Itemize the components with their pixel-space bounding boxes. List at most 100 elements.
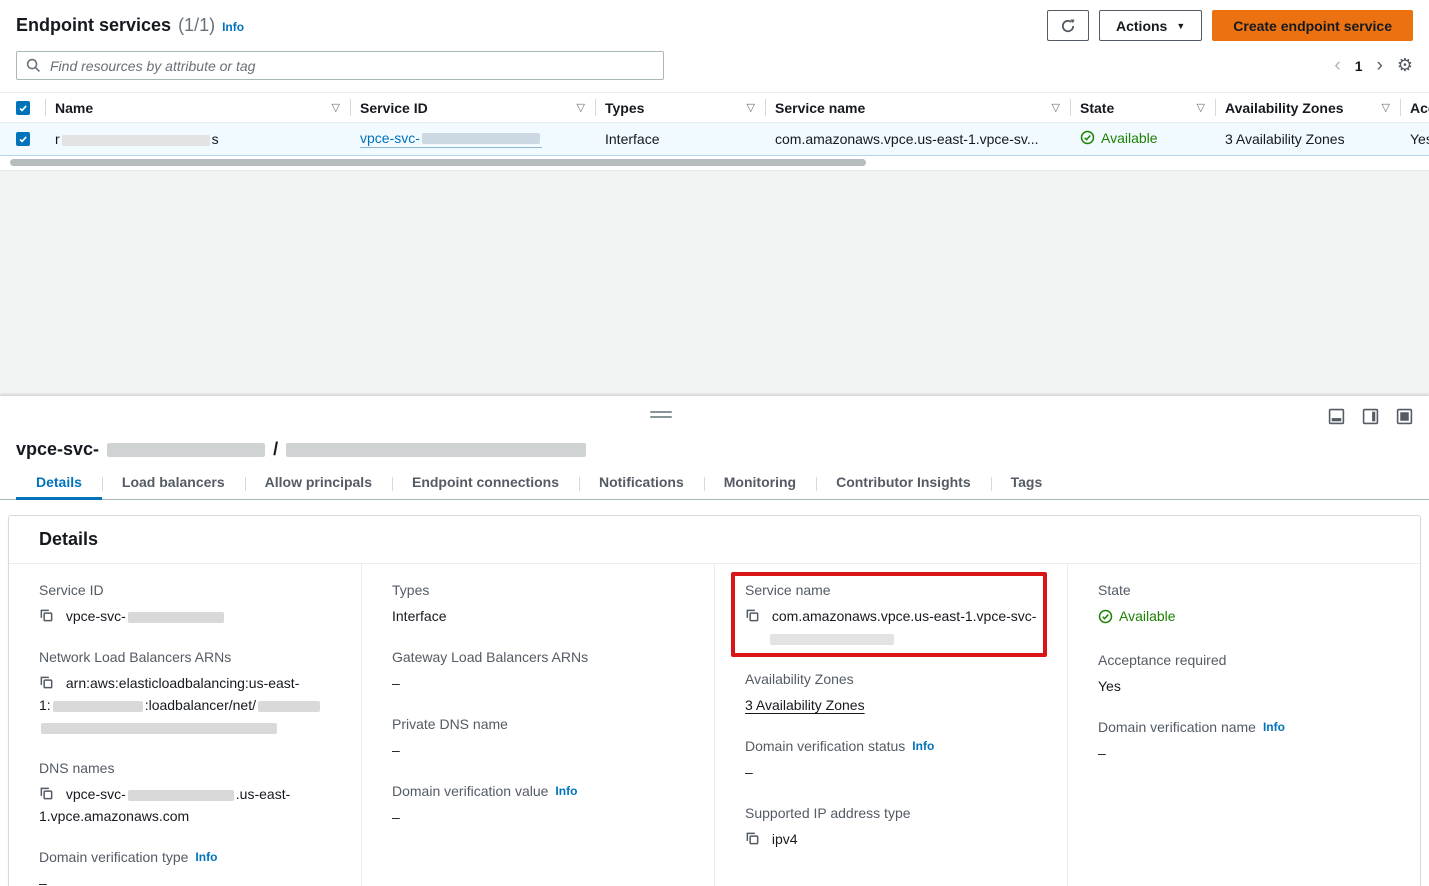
filter-icon[interactable]: ▽ — [1382, 101, 1390, 114]
column-header-service-name[interactable]: Service name ▽ — [765, 93, 1070, 122]
redacted-text — [128, 612, 224, 623]
tab-endpoint-connections[interactable]: Endpoint connections — [392, 468, 579, 499]
details-heading: Details — [39, 529, 1390, 550]
filter-icon[interactable]: ▽ — [332, 101, 340, 114]
tab-allow-principals[interactable]: Allow principals — [245, 468, 392, 499]
redacted-text — [41, 723, 277, 734]
endpoint-services-table: Name ▽ Service ID ▽ Types ▽ Service name… — [0, 92, 1429, 156]
info-link[interactable]: Info — [222, 20, 244, 34]
redacted-text — [286, 443, 586, 457]
scrollbar-thumb[interactable] — [10, 159, 866, 166]
title-separator: / — [273, 439, 278, 460]
field-label: State — [1098, 582, 1396, 598]
column-header-availability-zones[interactable]: Availability Zones ▽ — [1215, 93, 1400, 122]
page-title-text: Endpoint services — [16, 15, 171, 36]
details-column-4: State Available Acceptance required — [1067, 564, 1420, 886]
field-value: Yes — [1098, 675, 1396, 697]
tab-tags[interactable]: Tags — [991, 468, 1063, 499]
panel-layout-bottom-icon[interactable] — [1328, 408, 1345, 425]
field-label: Gateway Load Balancers ARNs — [392, 649, 690, 665]
info-link[interactable]: Info — [195, 850, 217, 864]
row-checkbox-checked[interactable] — [16, 132, 30, 146]
field-nlb-arns: Network Load Balancers ARNs arn:aws:elas… — [39, 649, 337, 738]
tab-load-balancers[interactable]: Load balancers — [102, 468, 245, 499]
field-service-name: Service name com.amazonaws.vpce.us-east-… — [745, 582, 1043, 649]
field-value: – — [1098, 742, 1396, 764]
column-header-name[interactable]: Name ▽ — [45, 93, 350, 122]
check-icon — [18, 134, 28, 144]
horizontal-scrollbar[interactable] — [10, 159, 1419, 167]
table-header-row: Name ▽ Service ID ▽ Types ▽ Service name… — [0, 93, 1429, 123]
field-value-text: 1: — [39, 697, 51, 713]
settings-gear-icon[interactable]: ⚙ — [1397, 55, 1413, 76]
field-label: Types — [392, 582, 690, 598]
field-types: Types Interface — [392, 582, 690, 627]
tab-monitoring[interactable]: Monitoring — [704, 468, 816, 499]
create-endpoint-service-button[interactable]: Create endpoint service — [1212, 10, 1413, 41]
copy-icon[interactable] — [39, 608, 54, 623]
info-link[interactable]: Info — [1263, 720, 1285, 734]
next-page-button[interactable]: › — [1377, 55, 1383, 77]
title-service-id: vpce-svc- — [16, 439, 99, 460]
name-text: s — [212, 131, 219, 147]
actions-button[interactable]: Actions ▼ — [1099, 10, 1202, 41]
search-input[interactable] — [16, 51, 664, 80]
refresh-button[interactable] — [1047, 10, 1089, 41]
status-badge: Available — [1098, 605, 1176, 627]
status-badge: Available — [1080, 130, 1158, 146]
column-label: Acceptance required — [1410, 100, 1429, 116]
row-state-cell: Available — [1070, 130, 1215, 149]
availability-zones-link[interactable]: 3 Availability Zones — [1225, 131, 1345, 147]
field-label: Supported IP address type — [745, 805, 1043, 821]
field-label: DNS names — [39, 760, 337, 776]
field-value: arn:aws:elasticloadbalancing:us-east- 1:… — [39, 672, 337, 738]
check-circle-icon — [1080, 130, 1095, 145]
previous-page-button[interactable]: ‹ — [1334, 55, 1340, 77]
field-service-id: Service ID vpce-svc- — [39, 582, 337, 627]
column-header-state[interactable]: State ▽ — [1070, 93, 1215, 122]
column-header-acceptance-required[interactable]: Acceptance required — [1400, 93, 1429, 122]
info-link[interactable]: Info — [912, 739, 934, 753]
table-row[interactable]: rs vpce-svc- Interface com.amazonaws.vpc… — [0, 123, 1429, 156]
filter-icon[interactable]: ▽ — [577, 101, 585, 114]
field-value: – — [392, 806, 690, 828]
row-service-name-cell: com.amazonaws.vpce.us-east-1.vpce-sv... — [765, 131, 1070, 147]
column-header-types[interactable]: Types ▽ — [595, 93, 765, 122]
field-gateway-lb-arns: Gateway Load Balancers ARNs – — [392, 649, 690, 694]
pagination: ‹ 1 › ⚙ — [1334, 55, 1413, 77]
panel-layout-full-icon[interactable] — [1396, 408, 1413, 425]
field-label: Domain verification value Info — [392, 783, 690, 799]
caret-down-icon: ▼ — [1176, 21, 1185, 31]
panel-layout-side-icon[interactable] — [1362, 408, 1379, 425]
copy-icon[interactable] — [39, 786, 54, 801]
row-types-cell: Interface — [595, 131, 765, 147]
filter-icon[interactable]: ▽ — [1052, 101, 1060, 114]
field-value: vpce-svc- — [39, 605, 337, 627]
current-page-number[interactable]: 1 — [1355, 58, 1363, 74]
field-value-text: vpce-svc- — [66, 608, 126, 624]
details-card-header: Details — [9, 516, 1420, 564]
copy-icon[interactable] — [745, 608, 760, 623]
search-icon — [26, 58, 41, 73]
filter-icon[interactable]: ▽ — [1197, 101, 1205, 114]
row-service-id-cell: vpce-svc- — [350, 130, 595, 148]
tab-details[interactable]: Details — [16, 468, 102, 500]
column-header-service-id[interactable]: Service ID ▽ — [350, 93, 595, 122]
tab-contributor-insights[interactable]: Contributor Insights — [816, 468, 991, 499]
details-column-2: Types Interface Gateway Load Balancers A… — [361, 564, 714, 886]
page-header: Endpoint services (1/1) Info Actions ▼ C… — [0, 0, 1429, 45]
field-domain-verification-value: Domain verification value Info – — [392, 783, 690, 828]
tab-notifications[interactable]: Notifications — [579, 468, 704, 499]
filter-icon[interactable]: ▽ — [747, 101, 755, 114]
panel-drag-handle[interactable] — [650, 411, 672, 421]
copy-icon[interactable] — [39, 675, 54, 690]
info-link[interactable]: Info — [555, 784, 577, 798]
select-all-checkbox[interactable] — [0, 93, 45, 122]
field-dns-names: DNS names vpce-svc-.us-east- 1.vpce.amaz… — [39, 760, 337, 827]
field-state: State Available — [1098, 582, 1396, 630]
copy-icon[interactable] — [745, 831, 760, 846]
state-text: Available — [1101, 130, 1158, 146]
service-id-link[interactable]: vpce-svc- — [360, 130, 542, 148]
availability-zones-link[interactable]: 3 Availability Zones — [745, 697, 865, 713]
checkbox-checked-icon[interactable] — [16, 101, 30, 115]
